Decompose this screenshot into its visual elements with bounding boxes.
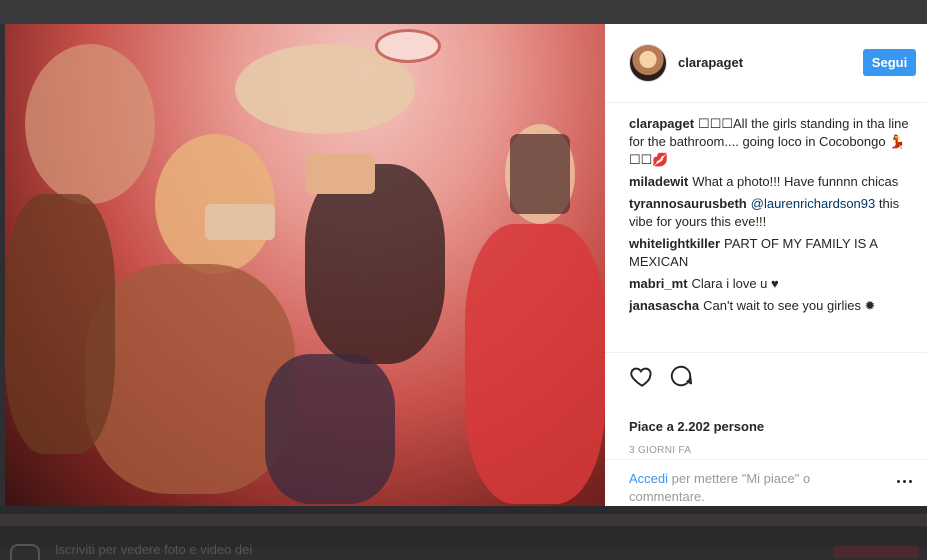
heart-outline-icon[interactable] (629, 363, 655, 389)
thumbnail-row (0, 514, 927, 526)
phone-shape (305, 154, 375, 194)
follow-button[interactable]: Segui (863, 49, 916, 76)
login-prompt-row: Accedi per mettere "Mi piace" o commenta… (605, 459, 927, 508)
comment-username[interactable]: janasascha (629, 298, 699, 313)
post-side-panel: clarapaget Segui clarapaget ☐☐☐All the gi… (605, 24, 927, 506)
person-shape (305, 164, 445, 364)
post-photo[interactable] (5, 24, 605, 506)
sparkle-pants-shape (265, 354, 395, 504)
comment-item: clarapaget ☐☐☐All the girls standing in t… (629, 115, 915, 169)
dress-shape (85, 264, 295, 494)
post-timestamp: 3 GIORNI FA (629, 445, 692, 456)
ceiling-light (375, 29, 441, 63)
comment-item: tyrannosaurusbeth @laurenrichardson93 thi… (629, 195, 915, 231)
comment-username[interactable]: clarapaget (629, 116, 694, 131)
login-link[interactable]: Accedi (629, 471, 668, 486)
comment-item: janasascha Can't wait to see you girlies … (629, 297, 915, 315)
comment-username[interactable]: whitelightkiller (629, 236, 720, 251)
browser-top-bar (0, 0, 927, 24)
page-below-post: Iscriviti per vedere foto e video dei (0, 506, 927, 560)
comment-list: clarapaget ☐☐☐All the girls standing in t… (629, 115, 915, 351)
post-username[interactable]: clarapaget (678, 55, 743, 70)
signup-button[interactable] (833, 546, 919, 558)
comment-text: Can't wait to see you girlies ✹ (703, 298, 876, 313)
red-outfit-shape (465, 224, 605, 504)
instagram-logo-icon (10, 544, 40, 560)
phone-shape (205, 204, 275, 240)
person-shape (25, 44, 155, 204)
comment-item: whitelightkiller PART OF MY FAMILY IS A M… (629, 235, 915, 271)
comment-text: Clara i love u ♥ (691, 276, 779, 291)
post-actions: Piace a 2.202 persone 3 GIORNI FA Accedi… (605, 352, 927, 507)
signup-prompt: Iscriviti per vedere foto e video dei (55, 542, 253, 557)
comment-text: What a photo!!! Have funnnn chicas (692, 174, 899, 189)
likes-count[interactable]: Piace a 2.202 persone (629, 419, 764, 434)
login-prompt: Accedi per mettere "Mi piace" o commenta… (629, 470, 849, 506)
profile-avatar[interactable] (629, 44, 667, 82)
no-smoking-sign (510, 134, 570, 214)
comment-bubble-icon[interactable] (668, 363, 694, 389)
comment-username[interactable]: tyrannosaurusbeth (629, 196, 747, 211)
comment-item: miladewit What a photo!!! Have funnnn chi… (629, 173, 915, 191)
comment-username[interactable]: mabri_mt (629, 276, 688, 291)
post-header: clarapaget Segui (605, 24, 927, 103)
comment-mention[interactable]: @laurenrichardson93 (751, 196, 876, 211)
more-dots-icon[interactable] (897, 476, 915, 486)
comment-username[interactable]: miladewit (629, 174, 688, 189)
person-shape (5, 194, 115, 454)
comment-item: mabri_mt Clara i love u ♥ (629, 275, 915, 293)
